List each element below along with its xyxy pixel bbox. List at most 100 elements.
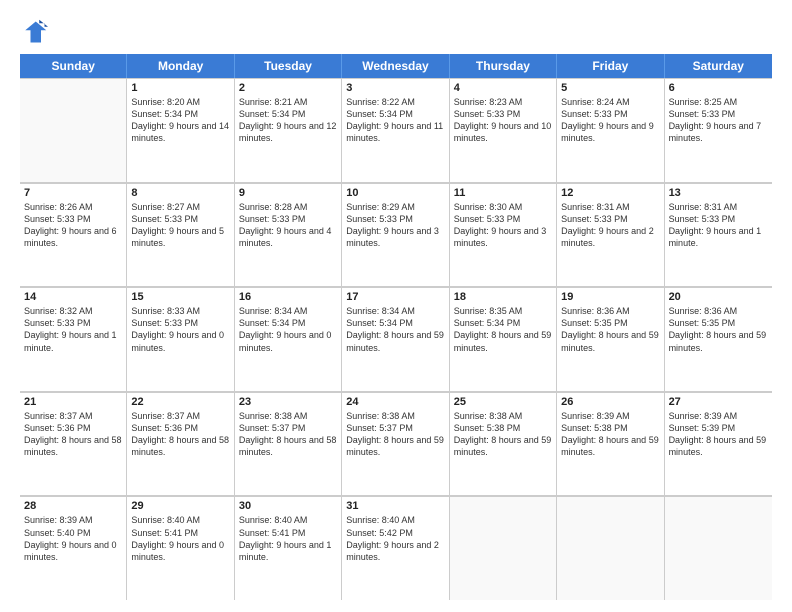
day-number: 29	[131, 500, 229, 512]
calendar-cell: 29 Sunrise: 8:40 AM Sunset: 5:41 PM Dayli…	[127, 496, 234, 600]
cell-info: Sunrise: 8:39 AM Sunset: 5:38 PM Dayligh…	[561, 410, 659, 459]
day-number: 11	[454, 187, 552, 199]
calendar-cell: 17Sunrise: 8:34 AM Sunset: 5:34 PM Dayli…	[342, 287, 449, 391]
day-number: 4	[454, 82, 552, 94]
cell-info: Sunrise: 8:27 AM Sunset: 5:33 PM Dayligh…	[131, 201, 229, 250]
day-number: 20	[669, 291, 768, 303]
cell-info: Sunrise: 8:34 AM Sunset: 5:34 PM Dayligh…	[239, 305, 337, 354]
calendar-header-cell: Thursday	[450, 54, 557, 78]
calendar-cell-empty	[557, 496, 664, 600]
day-number: 18	[454, 291, 552, 303]
cell-info: Sunrise: 8:38 AM Sunset: 5:37 PM Dayligh…	[239, 410, 337, 459]
day-number: 13	[669, 187, 768, 199]
calendar-cell: 6 Sunrise: 8:25 AM Sunset: 5:33 PM Daylig…	[665, 78, 772, 182]
logo-icon	[20, 18, 48, 46]
calendar-week: 1Sunrise: 8:20 AM Sunset: 5:34 PM Daylig…	[20, 78, 772, 183]
calendar-header-cell: Wednesday	[342, 54, 449, 78]
cell-info: Sunrise: 8:38 AM Sunset: 5:37 PM Dayligh…	[346, 410, 444, 459]
day-number: 22	[131, 396, 229, 408]
calendar-cell: 16 Sunrise: 8:34 AM Sunset: 5:34 PM Dayli…	[235, 287, 342, 391]
calendar-cell: 20 Sunrise: 8:36 AM Sunset: 5:35 PM Dayli…	[665, 287, 772, 391]
day-number: 2	[239, 82, 337, 94]
cell-info: Sunrise: 8:35 AM Sunset: 5:34 PM Dayligh…	[454, 305, 552, 354]
day-number: 26	[561, 396, 659, 408]
calendar-cell-empty	[20, 78, 127, 182]
calendar-cell: 23 Sunrise: 8:38 AM Sunset: 5:37 PM Dayli…	[235, 392, 342, 496]
day-number: 25	[454, 396, 552, 408]
calendar-cell: 5 Sunrise: 8:24 AM Sunset: 5:33 PM Daylig…	[557, 78, 664, 182]
calendar-cell-empty	[665, 496, 772, 600]
cell-info: Sunrise: 8:37 AM Sunset: 5:36 PM Dayligh…	[131, 410, 229, 459]
cell-info: Sunrise: 8:33 AM Sunset: 5:33 PM Dayligh…	[131, 305, 229, 354]
cell-info: Sunrise: 8:40 AM Sunset: 5:41 PM Dayligh…	[131, 514, 229, 563]
day-number: 1	[131, 82, 229, 94]
cell-info: Sunrise: 8:29 AM Sunset: 5:33 PM Dayligh…	[346, 201, 444, 250]
calendar-header-cell: Friday	[557, 54, 664, 78]
calendar-cell: 15 Sunrise: 8:33 AM Sunset: 5:33 PM Dayli…	[127, 287, 234, 391]
cell-info: Sunrise: 8:40 AM Sunset: 5:42 PM Dayligh…	[346, 514, 444, 563]
calendar-cell: 14 Sunrise: 8:32 AM Sunset: 5:33 PM Dayli…	[20, 287, 127, 391]
cell-info: Sunrise: 8:31 AM Sunset: 5:33 PM Dayligh…	[561, 201, 659, 250]
calendar-cell: 21Sunrise: 8:37 AM Sunset: 5:36 PM Dayli…	[20, 392, 127, 496]
cell-info: Sunrise: 8:26 AM Sunset: 5:33 PM Dayligh…	[24, 201, 122, 250]
day-number: 5	[561, 82, 659, 94]
day-number: 8	[131, 187, 229, 199]
cell-info: Sunrise: 8:22 AM Sunset: 5:34 PM Dayligh…	[346, 96, 444, 145]
calendar-header: SundayMondayTuesdayWednesdayThursdayFrid…	[20, 54, 772, 78]
cell-info: Sunrise: 8:39 AM Sunset: 5:39 PM Dayligh…	[669, 410, 768, 459]
calendar-cell: 19 Sunrise: 8:36 AM Sunset: 5:35 PM Dayli…	[557, 287, 664, 391]
calendar-week: 14 Sunrise: 8:32 AM Sunset: 5:33 PM Dayli…	[20, 287, 772, 392]
day-number: 23	[239, 396, 337, 408]
calendar-header-cell: Monday	[127, 54, 234, 78]
calendar-cell: 22 Sunrise: 8:37 AM Sunset: 5:36 PM Dayli…	[127, 392, 234, 496]
day-number: 7	[24, 187, 122, 199]
calendar-cell-empty	[450, 496, 557, 600]
day-number: 19	[561, 291, 659, 303]
calendar-cell: 3 Sunrise: 8:22 AM Sunset: 5:34 PM Daylig…	[342, 78, 449, 182]
day-number: 28	[24, 500, 122, 512]
calendar-cell: 1Sunrise: 8:20 AM Sunset: 5:34 PM Daylig…	[127, 78, 234, 182]
day-number: 31	[346, 500, 444, 512]
calendar-week: 28 Sunrise: 8:39 AM Sunset: 5:40 PM Dayli…	[20, 496, 772, 600]
cell-info: Sunrise: 8:32 AM Sunset: 5:33 PM Dayligh…	[24, 305, 122, 354]
calendar-header-cell: Saturday	[665, 54, 772, 78]
cell-info: Sunrise: 8:36 AM Sunset: 5:35 PM Dayligh…	[669, 305, 768, 354]
day-number: 3	[346, 82, 444, 94]
day-number: 15	[131, 291, 229, 303]
calendar-cell: 13 Sunrise: 8:31 AM Sunset: 5:33 PM Dayli…	[665, 183, 772, 287]
calendar-cell: 9Sunrise: 8:28 AM Sunset: 5:33 PM Daylig…	[235, 183, 342, 287]
calendar-cell: 18 Sunrise: 8:35 AM Sunset: 5:34 PM Dayli…	[450, 287, 557, 391]
day-number: 12	[561, 187, 659, 199]
cell-info: Sunrise: 8:28 AM Sunset: 5:33 PM Dayligh…	[239, 201, 337, 250]
cell-info: Sunrise: 8:31 AM Sunset: 5:33 PM Dayligh…	[669, 201, 768, 250]
calendar-cell: 11 Sunrise: 8:30 AM Sunset: 5:33 PM Dayli…	[450, 183, 557, 287]
cell-info: Sunrise: 8:23 AM Sunset: 5:33 PM Dayligh…	[454, 96, 552, 145]
cell-info: Sunrise: 8:24 AM Sunset: 5:33 PM Dayligh…	[561, 96, 659, 145]
calendar-body: 1Sunrise: 8:20 AM Sunset: 5:34 PM Daylig…	[20, 78, 772, 600]
day-number: 10	[346, 187, 444, 199]
calendar: SundayMondayTuesdayWednesdayThursdayFrid…	[20, 54, 772, 600]
cell-info: Sunrise: 8:25 AM Sunset: 5:33 PM Dayligh…	[669, 96, 768, 145]
day-number: 16	[239, 291, 337, 303]
day-number: 6	[669, 82, 768, 94]
calendar-cell: 26 Sunrise: 8:39 AM Sunset: 5:38 PM Dayli…	[557, 392, 664, 496]
logo	[20, 18, 52, 46]
calendar-cell: 27Sunrise: 8:39 AM Sunset: 5:39 PM Dayli…	[665, 392, 772, 496]
calendar-header-cell: Tuesday	[235, 54, 342, 78]
day-number: 17	[346, 291, 444, 303]
day-number: 14	[24, 291, 122, 303]
calendar-cell: 12 Sunrise: 8:31 AM Sunset: 5:33 PM Dayli…	[557, 183, 664, 287]
day-number: 21	[24, 396, 122, 408]
cell-info: Sunrise: 8:36 AM Sunset: 5:35 PM Dayligh…	[561, 305, 659, 354]
header	[20, 18, 772, 46]
cell-info: Sunrise: 8:39 AM Sunset: 5:40 PM Dayligh…	[24, 514, 122, 563]
cell-info: Sunrise: 8:40 AM Sunset: 5:41 PM Dayligh…	[239, 514, 337, 563]
cell-info: Sunrise: 8:30 AM Sunset: 5:33 PM Dayligh…	[454, 201, 552, 250]
calendar-cell: 28 Sunrise: 8:39 AM Sunset: 5:40 PM Dayli…	[20, 496, 127, 600]
calendar-cell: 8 Sunrise: 8:27 AM Sunset: 5:33 PM Daylig…	[127, 183, 234, 287]
day-number: 24	[346, 396, 444, 408]
calendar-cell: 25Sunrise: 8:38 AM Sunset: 5:38 PM Dayli…	[450, 392, 557, 496]
calendar-cell: 30Sunrise: 8:40 AM Sunset: 5:41 PM Dayli…	[235, 496, 342, 600]
calendar-cell: 7 Sunrise: 8:26 AM Sunset: 5:33 PM Daylig…	[20, 183, 127, 287]
calendar-cell: 31 Sunrise: 8:40 AM Sunset: 5:42 PM Dayli…	[342, 496, 449, 600]
